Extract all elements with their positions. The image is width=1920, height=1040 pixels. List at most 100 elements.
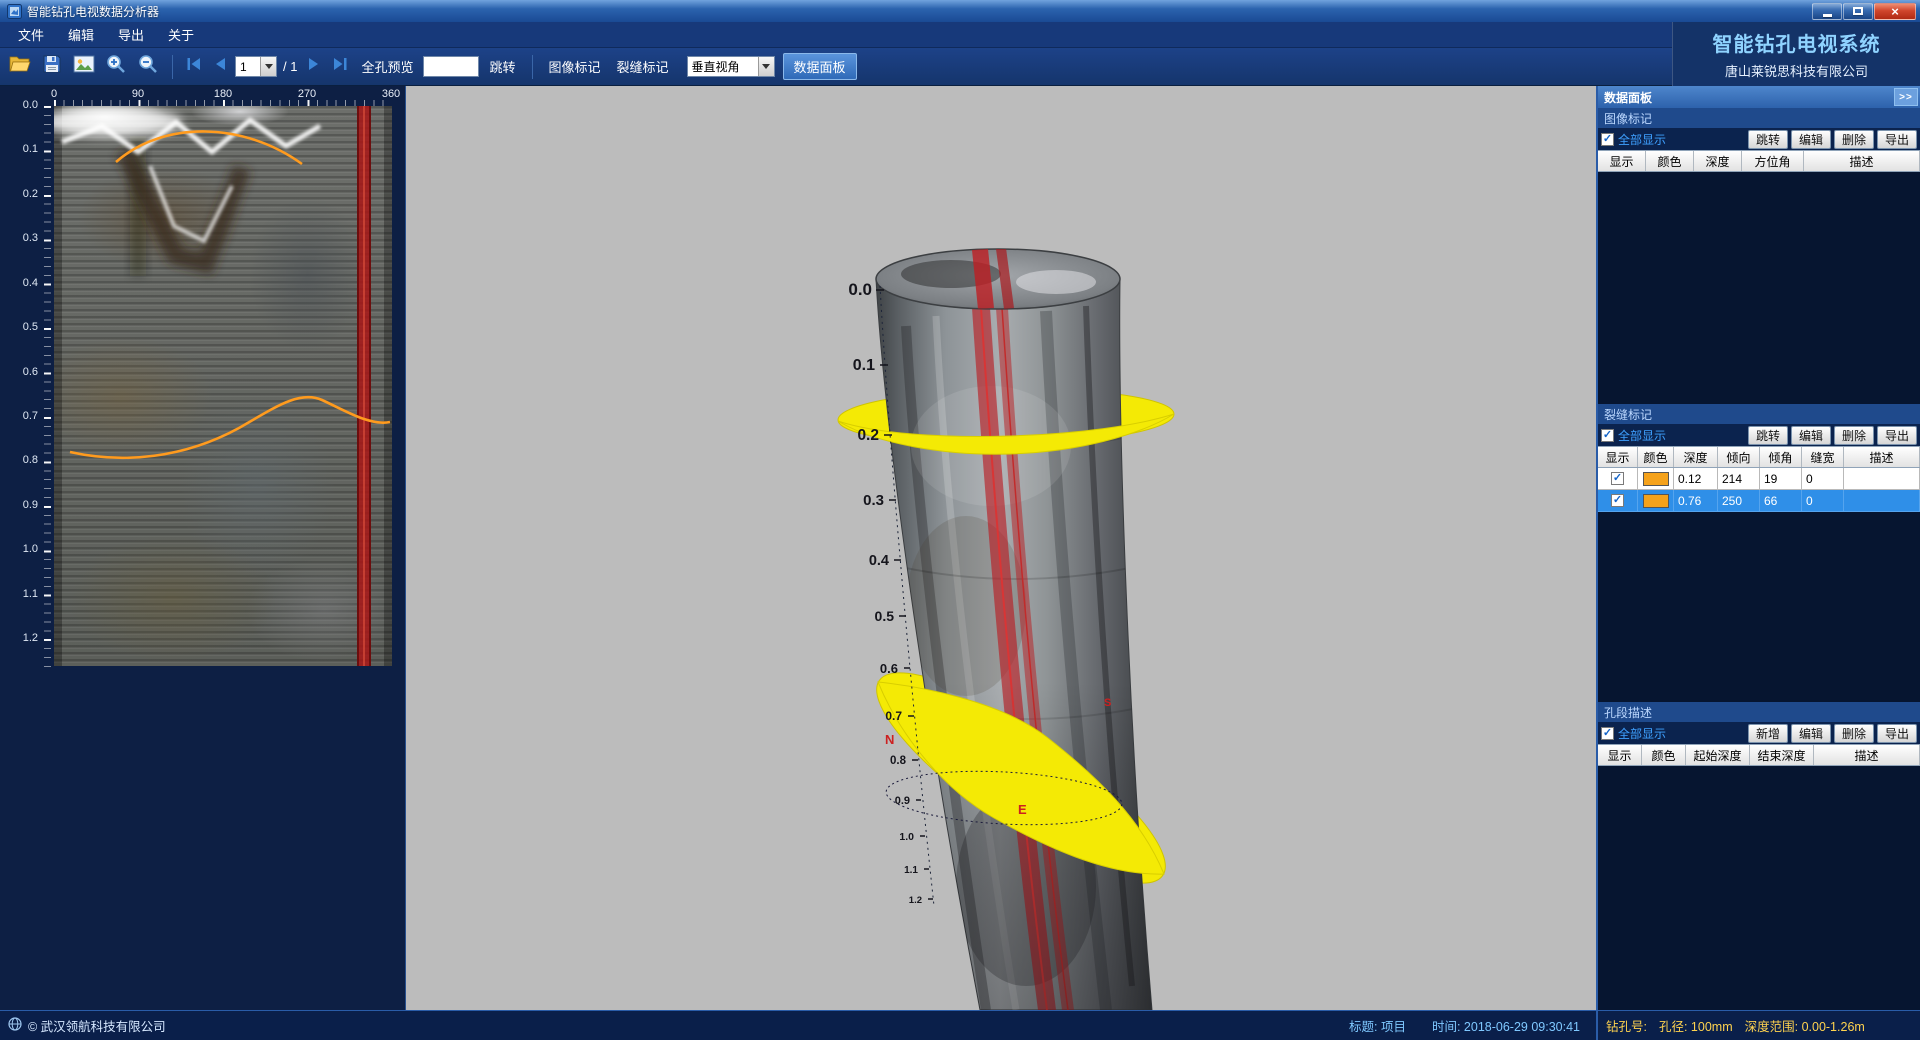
depth-tick-label: 0.0 <box>2 99 38 111</box>
hole-desc-controls: 全部显示 新增 编辑 删除 导出 <box>1598 722 1920 744</box>
row-color-swatch[interactable] <box>1643 494 1669 508</box>
minimize-button[interactable] <box>1812 3 1842 20</box>
zoom-in-button[interactable] <box>102 53 130 81</box>
depth-tick-label: 0.4 <box>2 277 38 289</box>
row-color-swatch[interactable] <box>1643 472 1669 486</box>
timestamp-label: 时间: 2018-06-29 09:30:41 <box>1432 1016 1580 1035</box>
svg-text:1.2: 1.2 <box>909 895 922 906</box>
crack-marks-show-all-label[interactable]: 全部显示 <box>1618 427 1666 444</box>
maximize-button[interactable] <box>1843 3 1873 20</box>
crack-marks-show-all-checkbox[interactable] <box>1601 429 1614 442</box>
svg-text:0.6: 0.6 <box>880 661 898 676</box>
crack-mark-row-selected[interactable]: 0.76 250 66 0 <box>1598 490 1920 512</box>
image-marks-show-all-checkbox[interactable] <box>1601 133 1614 146</box>
crack-marks-jump-button[interactable]: 跳转 <box>1748 426 1788 445</box>
depth-tick-label: 0.6 <box>2 366 38 378</box>
crack-mark-button[interactable]: 裂缝标记 <box>611 57 675 76</box>
depth-tick-label: 0.3 <box>2 232 38 244</box>
crack-mark-row[interactable]: 0.12 214 19 0 <box>1598 468 1920 490</box>
jump-button[interactable]: 跳转 <box>483 57 521 76</box>
svg-text:0.5: 0.5 <box>875 608 895 624</box>
image-marks-delete-button[interactable]: 删除 <box>1834 130 1874 149</box>
crack-desc-cell <box>1844 490 1920 512</box>
next-page-button[interactable] <box>303 56 325 78</box>
depth-tick-label: 0.5 <box>2 321 38 333</box>
menu-file[interactable]: 文件 <box>6 22 56 47</box>
status-bar: © 武汉领航科技有限公司 标题: 项目 时间: 2018-06-29 09:30… <box>0 1010 1920 1040</box>
crack-marks-delete-button[interactable]: 删除 <box>1834 426 1874 445</box>
svg-text:1.1: 1.1 <box>904 865 918 876</box>
compass-n-label: N <box>885 732 894 747</box>
data-panel-title: 数据面板 <box>1604 89 1652 106</box>
svg-text:0.0: 0.0 <box>848 280 872 299</box>
menu-edit[interactable]: 编辑 <box>56 22 106 47</box>
crack-marks-edit-button[interactable]: 编辑 <box>1791 426 1831 445</box>
hole-desc-show-all-label[interactable]: 全部显示 <box>1618 725 1666 742</box>
brand-subtitle: 唐山莱锐思科技有限公司 <box>1725 61 1868 80</box>
angle-tick-label: 180 <box>214 88 232 100</box>
row-show-checkbox[interactable] <box>1611 494 1624 507</box>
image-mark-button[interactable]: 图像标记 <box>543 57 607 76</box>
hole-desc-export-button[interactable]: 导出 <box>1877 724 1917 743</box>
last-page-button[interactable] <box>329 56 351 78</box>
page-select-value: 1 <box>236 60 260 74</box>
first-page-button[interactable] <box>183 56 205 78</box>
close-button[interactable]: × <box>1874 3 1916 20</box>
hole-desc-edit-button[interactable]: 编辑 <box>1791 724 1831 743</box>
crack-marks-export-button[interactable]: 导出 <box>1877 426 1917 445</box>
project-title-label: 标题: 项目 <box>1349 1016 1406 1035</box>
globe-icon <box>8 1017 22 1034</box>
brand-title: 智能钻孔电视系统 <box>1713 28 1881 57</box>
image-marks-show-all-label[interactable]: 全部显示 <box>1618 131 1666 148</box>
chevron-down-icon[interactable] <box>260 57 276 76</box>
minimize-icon <box>1823 14 1832 17</box>
image-marks-table-body[interactable] <box>1598 172 1920 404</box>
hole-desc-delete-button[interactable]: 删除 <box>1834 724 1874 743</box>
row-show-checkbox[interactable] <box>1611 472 1624 485</box>
copyright-label: © 武汉领航科技有限公司 <box>28 1016 166 1035</box>
image-marks-export-button[interactable]: 导出 <box>1877 130 1917 149</box>
jump-depth-input[interactable] <box>423 56 479 77</box>
page-select[interactable]: 1 <box>235 56 277 77</box>
zoom-out-icon <box>137 53 159 80</box>
menu-export[interactable]: 导出 <box>106 22 156 47</box>
open-file-button[interactable] <box>6 53 34 81</box>
save-button[interactable] <box>38 53 66 81</box>
angle-tick-label: 0 <box>51 88 57 100</box>
view-mode-select[interactable]: 垂直视角 <box>687 56 775 77</box>
image-marks-table-header: 显示 颜色 深度 方位角 描述 <box>1598 150 1920 172</box>
svg-text:0.7: 0.7 <box>885 709 902 723</box>
borehole-image[interactable] <box>54 106 392 666</box>
compass-s-label: S <box>1104 697 1111 709</box>
app-icon <box>7 4 22 19</box>
chevron-down-icon[interactable] <box>758 57 774 76</box>
zoom-out-button[interactable] <box>134 53 162 81</box>
collapse-panel-button[interactable]: >> <box>1894 88 1918 106</box>
svg-text:0.2: 0.2 <box>857 427 879 444</box>
crack-marks-table-body[interactable] <box>1598 512 1920 702</box>
full-preview-button[interactable]: 全孔预览 <box>355 57 419 76</box>
image-marks-jump-button[interactable]: 跳转 <box>1748 130 1788 149</box>
save-icon <box>42 54 62 79</box>
next-page-icon <box>308 57 320 76</box>
prev-page-button[interactable] <box>209 56 231 78</box>
title-bar[interactable]: 智能钻孔电视数据分析器 × <box>0 0 1920 22</box>
hole-desc-show-all-checkbox[interactable] <box>1601 727 1614 740</box>
hole-diameter-label: 孔径: 100mm <box>1659 1016 1733 1035</box>
data-panel-toggle-button[interactable]: 数据面板 <box>783 53 857 80</box>
borehole-image-panel: 0 90 180 270 360 0.0 0.1 0.2 0.3 0.4 0.5… <box>0 86 406 1010</box>
hole-desc-table-header: 显示 颜色 起始深度 结束深度 描述 <box>1598 744 1920 766</box>
crack-dip-cell: 19 <box>1760 468 1802 490</box>
menu-about[interactable]: 关于 <box>156 22 206 47</box>
image-view-button[interactable] <box>70 53 98 81</box>
hole-desc-table-body[interactable] <box>1598 766 1920 1010</box>
cylinder-3d: N E S 0.0 0.1 0.2 0.3 0.4 0.5 0.6 0.7 0.… <box>406 86 1596 1010</box>
tool-bar: 1 / 1 全孔预览 跳转 图像标记 裂缝标记 垂直视角 数据面板 <box>0 48 1920 86</box>
brand-block: 智能钻孔电视系统 唐山莱锐思科技有限公司 <box>1672 22 1920 86</box>
hole-desc-add-button[interactable]: 新增 <box>1748 724 1788 743</box>
image-marks-edit-button[interactable]: 编辑 <box>1791 130 1831 149</box>
viewer-3d[interactable]: N E S 0.0 0.1 0.2 0.3 0.4 0.5 0.6 0.7 0.… <box>406 86 1596 1010</box>
crack-trend-cell: 250 <box>1718 490 1760 512</box>
fracture-curve-2[interactable] <box>70 397 390 458</box>
angle-tick-label: 90 <box>132 88 144 100</box>
